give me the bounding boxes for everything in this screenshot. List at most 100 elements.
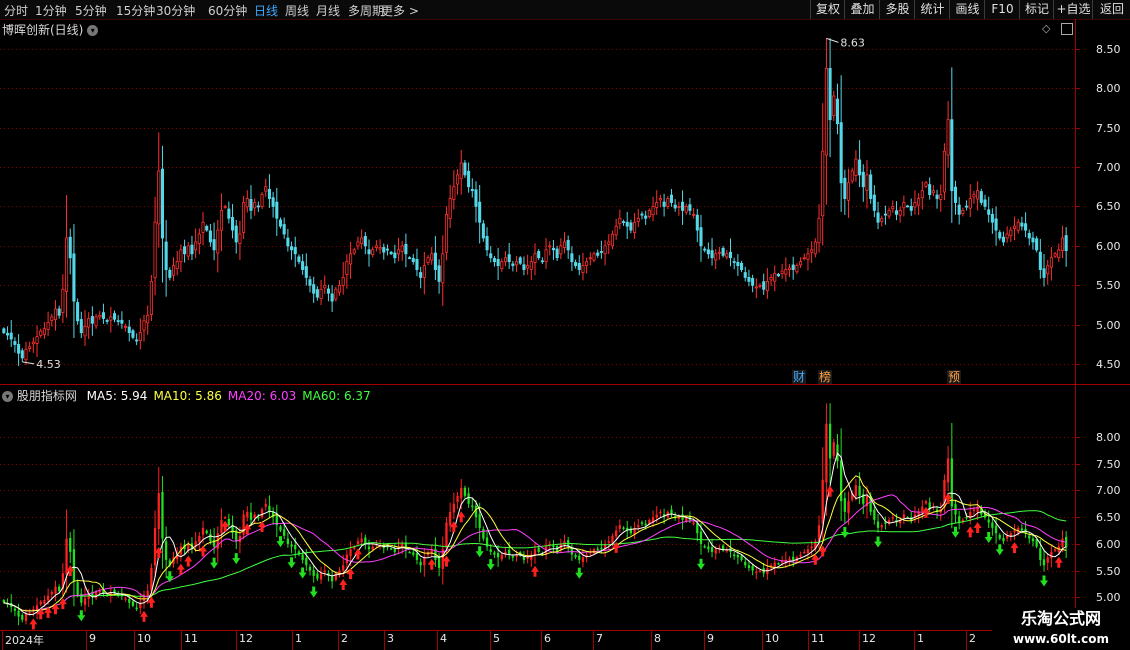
event-tag[interactable]: 预 xyxy=(947,370,962,384)
indicator-candle-body xyxy=(21,614,24,620)
toolbar-button[interactable]: 叠加 xyxy=(844,0,880,19)
toolbar-button[interactable]: 返回 xyxy=(1092,0,1130,19)
indicator-candle-body xyxy=(65,538,68,575)
toolbar-button[interactable]: 复权 xyxy=(810,0,845,19)
indicator-candle-body xyxy=(1050,551,1053,559)
buy-arrow-icon xyxy=(243,523,252,535)
candle-body xyxy=(404,243,408,255)
kline-chart[interactable]: 8.63 4.53 xyxy=(0,0,1130,650)
candle-body xyxy=(824,67,828,156)
sell-arrow-icon xyxy=(486,559,495,571)
timeframe-tab[interactable]: 5分钟 xyxy=(75,2,107,19)
timeframe-tab[interactable]: 月线 xyxy=(316,2,340,19)
candle-body xyxy=(740,262,744,270)
timeframe-tab[interactable]: 1分钟 xyxy=(35,2,67,19)
buy-arrow-icon xyxy=(921,506,930,518)
toolbar-button[interactable]: 统计 xyxy=(914,0,950,19)
indicator-candle-body xyxy=(312,570,315,576)
date-tick-label: 11 xyxy=(811,632,825,645)
indicator-candle-body xyxy=(474,505,478,518)
candle-body xyxy=(872,194,876,211)
candle-body xyxy=(983,199,987,207)
timeframe-tab[interactable]: 60分钟 xyxy=(208,2,247,19)
candle-body xyxy=(548,245,552,248)
indicator-candle-body xyxy=(205,530,208,534)
indicator-candle-body xyxy=(54,586,57,594)
indicator-candle-body xyxy=(135,607,138,610)
candle-body xyxy=(1042,268,1046,278)
indicator-candle-body xyxy=(862,493,865,504)
candle-body xyxy=(574,262,578,267)
candle-body xyxy=(249,199,253,211)
candle-body xyxy=(72,253,76,302)
candle-body xyxy=(511,263,515,267)
main-y-tick: 6.50 xyxy=(1096,199,1121,213)
candle-body xyxy=(138,332,142,341)
candle-body xyxy=(175,261,179,270)
indicator-candle-body xyxy=(828,423,832,459)
indicator-y-tick: 6.00 xyxy=(1096,537,1121,551)
indicator-candle-body xyxy=(283,529,286,536)
chevron-down-icon[interactable]: ▾ xyxy=(87,25,99,36)
date-tick-label: 3 xyxy=(387,632,394,645)
toolbar-button[interactable]: 多股 xyxy=(879,0,915,19)
indicator-candle-body xyxy=(913,514,917,518)
buy-arrow-icon xyxy=(176,563,185,575)
indicator-candle-body xyxy=(895,520,898,523)
indicator-candle-body xyxy=(969,511,972,519)
indicator-candle-body xyxy=(172,557,175,564)
indicator-candle-body xyxy=(607,541,610,543)
timeframe-tab[interactable]: 15分钟 xyxy=(116,2,155,19)
indicator-candle-body xyxy=(327,573,330,576)
indicator-candle-body xyxy=(751,565,754,571)
indicator-candle-body xyxy=(806,549,810,553)
toolbar-button[interactable]: F10 xyxy=(984,0,1020,19)
candle-body xyxy=(662,201,666,207)
toolbar-button[interactable]: 标记 xyxy=(1019,0,1054,19)
indicator-candle-body xyxy=(677,517,680,519)
candle-body xyxy=(101,312,105,319)
indicator-candle-body xyxy=(246,511,249,518)
indicator-candle-body xyxy=(515,554,518,557)
indicator-candle-body xyxy=(688,516,692,520)
indicator-candle-body xyxy=(390,548,393,550)
event-tag[interactable]: 榜 xyxy=(818,370,833,384)
event-tag[interactable]: 财 xyxy=(792,370,807,384)
candle-body xyxy=(238,233,242,244)
indicator-candle-body xyxy=(161,491,164,539)
indicator-candle-body xyxy=(201,527,205,535)
indicator-y-tick: 5.00 xyxy=(1096,590,1121,604)
indicator-candle-body xyxy=(817,525,821,542)
buy-arrow-icon xyxy=(339,579,348,591)
toolbar-button[interactable]: 画线 xyxy=(949,0,985,19)
indicator-candle-body xyxy=(342,565,345,571)
date-tick-label: 5 xyxy=(493,632,500,645)
panel-toggle-icon[interactable] xyxy=(1061,23,1073,35)
indicator-candle-body xyxy=(1005,535,1009,539)
chevron-down-icon[interactable]: ▾ xyxy=(2,391,13,402)
indicator-candle-body xyxy=(795,557,799,562)
candle-body xyxy=(448,198,452,219)
indicator-candle-body xyxy=(279,526,282,531)
candle-body xyxy=(489,253,493,259)
indicator-candle-body xyxy=(618,525,621,529)
candle-body xyxy=(891,206,895,210)
timeframe-tab[interactable]: 日线 xyxy=(254,2,278,19)
timeframe-tab[interactable]: 分时 xyxy=(4,2,28,19)
indicator-candle-body xyxy=(434,548,437,560)
candle-body xyxy=(854,158,858,176)
candle-body xyxy=(1060,237,1065,252)
indicator-candle-body xyxy=(441,549,444,569)
timeframe-tab[interactable]: 周线 xyxy=(285,2,309,19)
timeframe-tab[interactable]: 更多 > xyxy=(381,2,419,19)
period-toolbar: 分时 1分钟 5分钟 15分钟 30分钟 60分钟 日线 周线 月线 多周期 更多 > 复权 叠加 多股统… xyxy=(0,0,1130,20)
main-y-tick: 6.00 xyxy=(1096,239,1121,253)
indicator-candle-body xyxy=(10,602,13,607)
diamond-icon[interactable]: ◇ xyxy=(1042,22,1050,35)
indicator-candle-body xyxy=(725,549,728,552)
timeframe-tab[interactable]: 多周期 xyxy=(348,2,384,19)
timeframe-tab[interactable]: 30分钟 xyxy=(156,2,195,19)
candle-body xyxy=(57,308,61,316)
toolbar-button[interactable]: +自选 xyxy=(1053,0,1093,19)
candle-body xyxy=(732,261,736,263)
